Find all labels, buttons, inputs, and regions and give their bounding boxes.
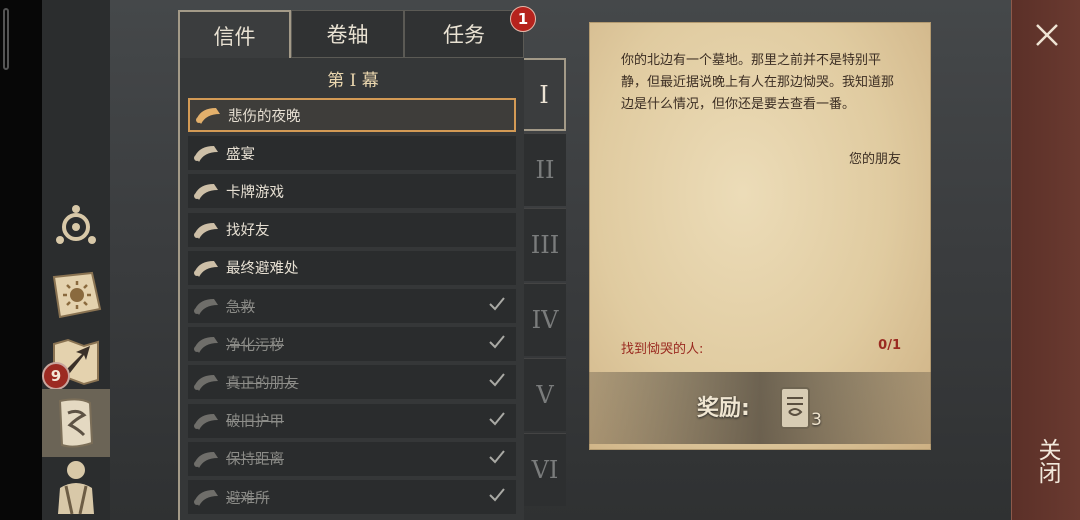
act-tab-2[interactable]: II xyxy=(524,133,566,206)
sun-book-icon xyxy=(52,271,102,319)
letter-list-item[interactable]: 避难所 xyxy=(188,480,516,514)
letter-scroll-icon xyxy=(194,222,218,239)
tab-letters[interactable]: 信件 xyxy=(178,10,291,60)
letter-scroll-icon xyxy=(194,146,218,163)
act-tab-1[interactable]: I xyxy=(524,58,566,131)
tab-bar: 信件 卷轴 任务 1 xyxy=(178,6,536,60)
compass-button[interactable] xyxy=(42,193,110,261)
scroll-icon xyxy=(58,398,94,448)
letter-list-item[interactable]: 破旧护甲 xyxy=(188,403,516,438)
check-icon xyxy=(489,488,505,502)
letter-scroll-icon xyxy=(194,490,218,506)
letter-scroll-icon xyxy=(194,299,218,315)
tab-quests-label: 任务 xyxy=(443,23,485,47)
letter-title: 悲伤的夜晚 xyxy=(228,108,301,125)
close-icon[interactable] xyxy=(1034,22,1060,48)
letter-list-item[interactable]: 净化污秽 xyxy=(188,327,516,362)
character-icon xyxy=(58,461,94,515)
letter-list-item[interactable]: 急救 xyxy=(188,289,516,323)
act-selector: I II III IV V VI xyxy=(524,58,566,520)
letter-list-item[interactable]: 找好友 xyxy=(188,212,516,247)
reward-count: 3 xyxy=(811,410,822,430)
letter-signature: 您的朋友 xyxy=(848,152,901,167)
letter-title: 真正的朋友 xyxy=(226,375,299,392)
check-icon xyxy=(489,411,505,426)
letter-scroll-icon xyxy=(196,108,220,124)
letter-scroll-icon xyxy=(194,184,218,201)
letter-scroll-icon xyxy=(194,451,218,468)
letter-title: 净化污秽 xyxy=(226,337,284,354)
reward-section: 奖励: 3 xyxy=(589,372,931,444)
character-button[interactable] xyxy=(42,452,110,520)
letter-scroll-icon xyxy=(194,413,218,430)
act-title: 第 I 幕 xyxy=(327,71,379,91)
letter-title: 保持距离 xyxy=(226,452,284,469)
check-icon xyxy=(489,297,505,311)
letters-button[interactable] xyxy=(42,389,110,457)
letter-list-item[interactable]: 保持距离 xyxy=(188,441,516,476)
quest-notification-badge: 1 xyxy=(510,6,536,32)
letter-list-item[interactable]: 盛宴 xyxy=(188,136,516,171)
letter-title: 最终避难处 xyxy=(226,261,299,278)
letter-title: 破旧护甲 xyxy=(226,414,284,431)
reward-scroll-icon[interactable] xyxy=(775,384,815,432)
act-tab-6[interactable]: VI xyxy=(524,433,566,506)
reward-label: 奖励: xyxy=(697,396,750,421)
status-notch xyxy=(3,8,9,70)
journal-button[interactable] xyxy=(42,261,110,329)
letter-list-item[interactable]: 卡牌游戏 xyxy=(188,174,516,209)
objective-text: 找到恸哭的人: xyxy=(621,342,704,357)
act-tab-4[interactable]: IV xyxy=(524,283,566,356)
close-panel[interactable]: 关闭 xyxy=(1011,0,1080,520)
letter-title: 盛宴 xyxy=(226,146,255,163)
compass-icon xyxy=(56,205,96,244)
letter-list-panel: 第 I 幕 悲伤的夜晚盛宴卡牌游戏找好友最终避难处急救净化污秽真正的朋友破旧护甲… xyxy=(178,58,524,520)
act-tab-5[interactable]: V xyxy=(524,358,566,431)
act-tab-3[interactable]: III xyxy=(524,208,566,281)
letter-body: 你的北边有一个墓地。那里之前并不是特别平静，但最近据说晚上有人在那边恸哭。我知道… xyxy=(621,53,895,112)
letter-scroll-icon xyxy=(194,260,218,277)
check-icon xyxy=(489,450,505,464)
letter-title: 找好友 xyxy=(226,223,270,240)
letter-list-item[interactable]: 真正的朋友 xyxy=(188,365,516,400)
check-icon xyxy=(489,335,505,349)
objective-progress: 0/1 xyxy=(878,338,901,353)
letter-list-item[interactable]: 最终避难处 xyxy=(188,250,516,285)
close-label[interactable]: 关闭 xyxy=(1034,438,1060,484)
tab-scrolls[interactable]: 卷轴 xyxy=(291,10,404,58)
check-icon xyxy=(489,373,505,387)
tab-quests[interactable]: 任务 xyxy=(404,10,524,58)
letter-title: 避难所 xyxy=(226,490,270,507)
letter-parchment: 你的北边有一个墓地。那里之前并不是特别平静，但最近据说晚上有人在那边恸哭。我知道… xyxy=(589,22,931,450)
letter-title: 急救 xyxy=(226,299,255,316)
letter-scroll-icon xyxy=(194,337,218,354)
letter-list-item[interactable]: 悲伤的夜晚 xyxy=(188,98,516,132)
screen-edge xyxy=(0,0,42,520)
letter-scroll-icon xyxy=(194,375,218,392)
sidebar: 9 xyxy=(42,0,110,520)
letter-title: 卡牌游戏 xyxy=(226,184,284,201)
map-notification-badge: 9 xyxy=(42,362,70,390)
